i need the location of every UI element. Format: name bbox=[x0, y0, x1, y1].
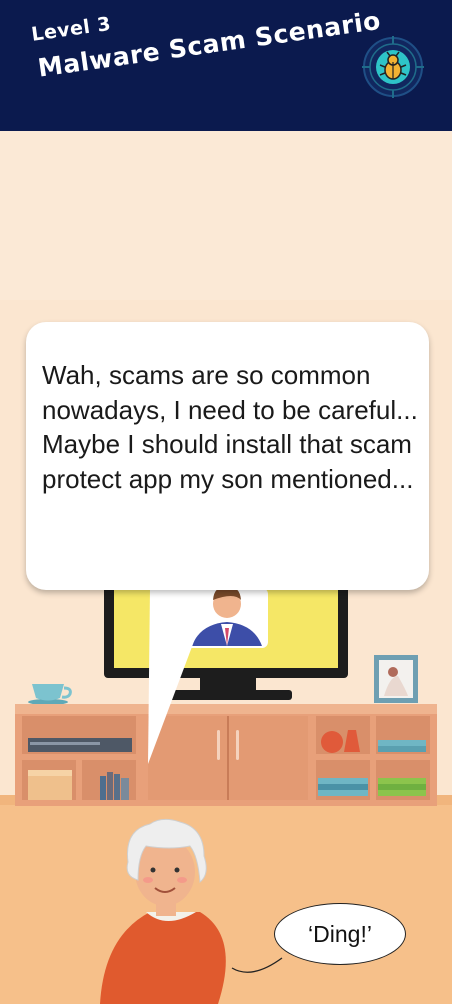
photo-frame bbox=[374, 655, 418, 703]
level-header: Level 3 Malware Scam Scenario bbox=[0, 0, 452, 131]
dialogue-text: Wah, scams are so common nowadays, I nee… bbox=[42, 360, 418, 494]
level-label: Level 3 bbox=[30, 12, 113, 46]
floor bbox=[0, 795, 452, 1004]
tv-cabinet bbox=[15, 704, 437, 806]
ding-text: ‘Ding!’ bbox=[308, 920, 372, 947]
ding-sound-bubble: ‘Ding!’ bbox=[274, 903, 406, 965]
bug-icon[interactable] bbox=[362, 36, 424, 98]
